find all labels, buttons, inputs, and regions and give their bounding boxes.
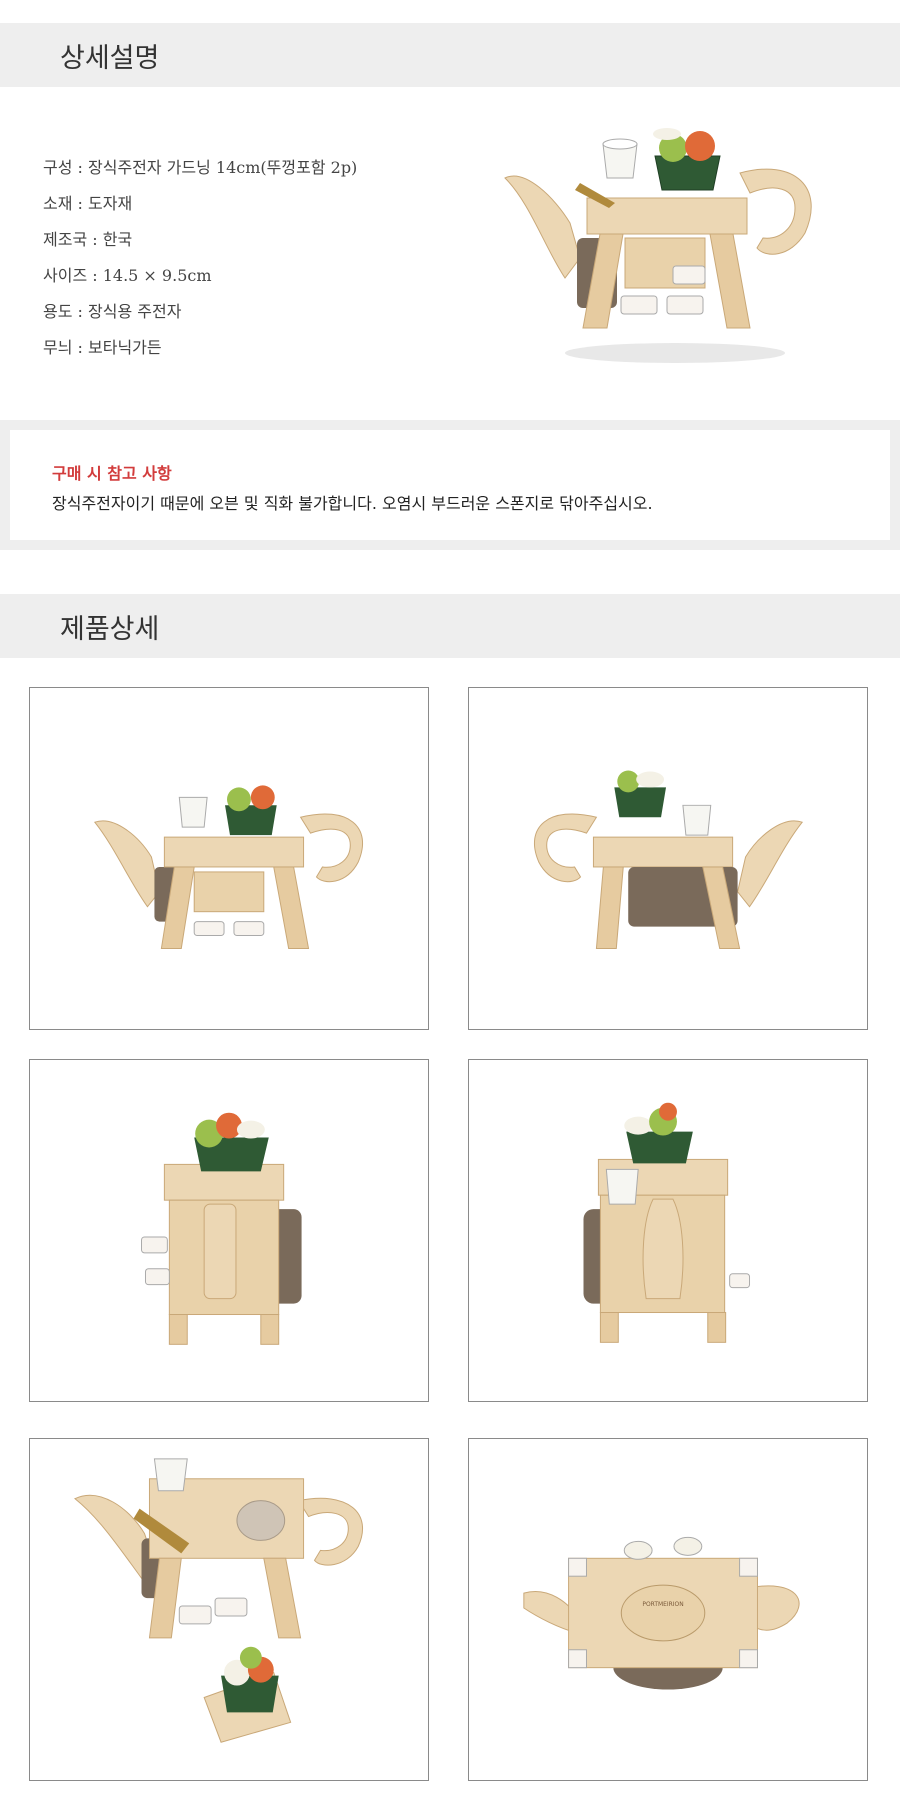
notice-text: 장식주전자이기 때문에 오븐 및 직화 불가합니다. 오염시 부드러운 스폰지로… [52,494,653,513]
hero-teapot-image [495,128,855,388]
teapot-bottom-view-image: PORTMEIRION [468,1438,868,1781]
spec-list: 구성 : 장식주전자 가드닝 14cm(뚜껑포함 2p) 소재 : 도자재 제조… [43,150,357,366]
spec-pattern: 무늬 : 보타닉가든 [43,338,162,357]
teapot-lid-off-view-image [29,1438,429,1781]
bottom-stamp-text: PORTMEIRION [642,1601,683,1608]
notice-box: 구매 시 참고 사항 장식주전자이기 때문에 오븐 및 직화 불가합니다. 오염… [0,420,900,550]
notice-title: 구매 시 참고 사항 [52,464,172,483]
section-title-detail: 상세설명 [60,42,160,74]
section-title-product: 제품상세 [60,613,160,645]
teapot-side-view-left-image [29,1059,429,1402]
teapot-back-view-image [468,687,868,1030]
spec-composition: 구성 : 장식주전자 가드닝 14cm(뚜껑포함 2p) [43,158,358,177]
notice-panel: 구매 시 참고 사항 장식주전자이기 때문에 오븐 및 직화 불가합니다. 오염… [10,430,890,540]
section-header-product: 제품상세 [0,594,900,658]
teapot-front-view-image [29,687,429,1030]
spec-material: 소재 : 도자재 [43,194,133,213]
spec-size: 사이즈 : 14.5 × 9.5cm [43,266,212,285]
spec-usage: 용도 : 장식용 주전자 [43,302,182,321]
section-header-detail: 상세설명 [0,23,900,87]
spec-origin: 제조국 : 한국 [43,230,133,249]
teapot-side-view-right-image [468,1059,868,1402]
